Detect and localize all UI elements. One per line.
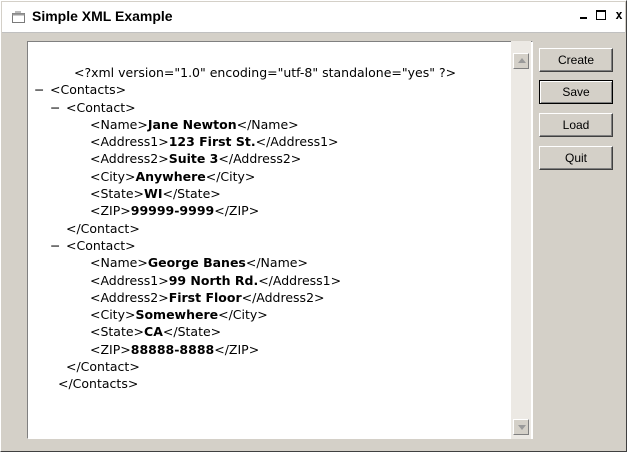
xml-tag: </Name> — [236, 116, 299, 132]
xml-tag: <Address1> — [90, 134, 169, 150]
xml-line: <ZIP>99999-9999</ZIP> — [34, 202, 456, 219]
collapse-icon[interactable]: − — [50, 237, 66, 254]
xml-value: 99 North Rd. — [168, 272, 259, 288]
xml-tag: </ZIP> — [214, 341, 260, 357]
xml-value: 123 First St. — [168, 134, 256, 150]
scroll-up-button[interactable] — [513, 53, 529, 69]
arrow-down-icon — [518, 425, 526, 430]
xml-tag: <State> — [90, 186, 145, 202]
xml-tag: <Name> — [90, 116, 148, 132]
xml-tag: </State> — [162, 186, 221, 202]
xml-line: <Address2>First Floor</Address2> — [34, 289, 456, 306]
xml-tag: </Address2> — [218, 151, 302, 167]
save-button[interactable]: Save — [539, 80, 613, 104]
xml-value: WI — [144, 186, 163, 202]
xml-value: CA — [144, 324, 163, 340]
xml-tag: <Address1> — [90, 272, 169, 288]
xml-value: Suite 3 — [168, 151, 219, 167]
xml-tag: </State> — [162, 324, 222, 340]
minimize-button[interactable] — [575, 7, 591, 23]
xml-line: − <Contact> — [34, 237, 456, 254]
collapse-icon[interactable]: − — [34, 81, 50, 98]
xml-tag: <ZIP> — [90, 203, 131, 219]
arrow-up-icon — [518, 58, 526, 63]
vertical-scrollbar[interactable] — [511, 41, 531, 439]
xml-line: <Address2>Suite 3</Address2> — [34, 150, 456, 167]
xml-tag: </Contacts> — [58, 376, 139, 392]
window-icon — [12, 11, 25, 23]
xml-line: <ZIP>88888-8888</ZIP> — [34, 341, 456, 358]
xml-tag: </Contact> — [66, 220, 140, 236]
xml-line: </Contact> — [34, 358, 456, 375]
xml-tag: </City> — [205, 168, 256, 184]
xml-value: 88888-8888 — [130, 341, 215, 357]
xml-line: <City>Anywhere</City> — [34, 168, 456, 185]
xml-tag: </Contact> — [66, 359, 140, 375]
window-title: Simple XML Example — [32, 8, 173, 24]
xml-value: George Banes — [147, 255, 246, 271]
xml-line: <City>Somewhere</City> — [34, 306, 456, 323]
xml-tag: <Name> — [90, 255, 148, 271]
xml-value: First Floor — [168, 289, 242, 305]
xml-content: <?xml version="1.0" encoding="utf-8" sta… — [34, 64, 456, 393]
xml-tag: </Name> — [245, 255, 308, 271]
xml-tag: <City> — [90, 307, 136, 323]
title-bar[interactable]: Simple XML Example x — [2, 2, 625, 33]
close-button[interactable]: x — [611, 7, 627, 23]
xml-tag: <City> — [90, 168, 136, 184]
xml-line: − <Contacts> — [34, 81, 456, 98]
xml-tag: <ZIP> — [90, 341, 131, 357]
xml-tag: <Address2> — [90, 289, 169, 305]
xml-line: <State>CA</State> — [34, 323, 456, 340]
xml-line: <Address1>99 North Rd.</Address1> — [34, 272, 456, 289]
xml-tag: <Contacts> — [50, 82, 127, 98]
xml-tag: </Address2> — [241, 289, 325, 305]
xml-line: </Contact> — [34, 220, 456, 237]
xml-line: </Contacts> — [34, 375, 456, 392]
xml-textbox[interactable]: <?xml version="1.0" encoding="utf-8" sta… — [27, 41, 533, 439]
xml-tag: <Address2> — [90, 151, 169, 167]
xml-line: <Name>George Banes</Name> — [34, 254, 456, 271]
xml-tag: <Contact> — [66, 99, 136, 115]
xml-tag: </ZIP> — [214, 203, 260, 219]
minimize-icon — [579, 17, 587, 19]
xml-tag: </Address1> — [255, 134, 339, 150]
maximize-button[interactable] — [593, 7, 609, 23]
xml-value: Jane Newton — [147, 116, 237, 132]
xml-tag: <?xml version="1.0" encoding="utf-8" sta… — [74, 65, 457, 80]
create-button[interactable]: Create — [539, 48, 613, 72]
xml-tag: <Contact> — [66, 237, 136, 253]
xml-tag: </Address1> — [258, 272, 342, 288]
xml-line: <Address1>123 First St.</Address1> — [34, 133, 456, 150]
xml-line: − <Contact> — [34, 99, 456, 116]
app-window: Simple XML Example x <?xml version="1.0"… — [0, 0, 627, 452]
xml-line: <State>WI</State> — [34, 185, 456, 202]
collapse-icon[interactable]: − — [50, 99, 66, 116]
quit-button[interactable]: Quit — [539, 146, 613, 170]
xml-value: 99999-9999 — [130, 203, 215, 219]
xml-line: <?xml version="1.0" encoding="utf-8" sta… — [34, 64, 456, 81]
scroll-down-button[interactable] — [513, 419, 529, 435]
xml-line: <Name>Jane Newton</Name> — [34, 116, 456, 133]
maximize-icon — [596, 10, 606, 20]
xml-tag: <State> — [90, 324, 145, 340]
load-button[interactable]: Load — [539, 113, 613, 137]
xml-tag: </City> — [218, 307, 268, 323]
xml-value: Anywhere — [135, 168, 206, 184]
xml-value: Somewhere — [135, 307, 219, 323]
